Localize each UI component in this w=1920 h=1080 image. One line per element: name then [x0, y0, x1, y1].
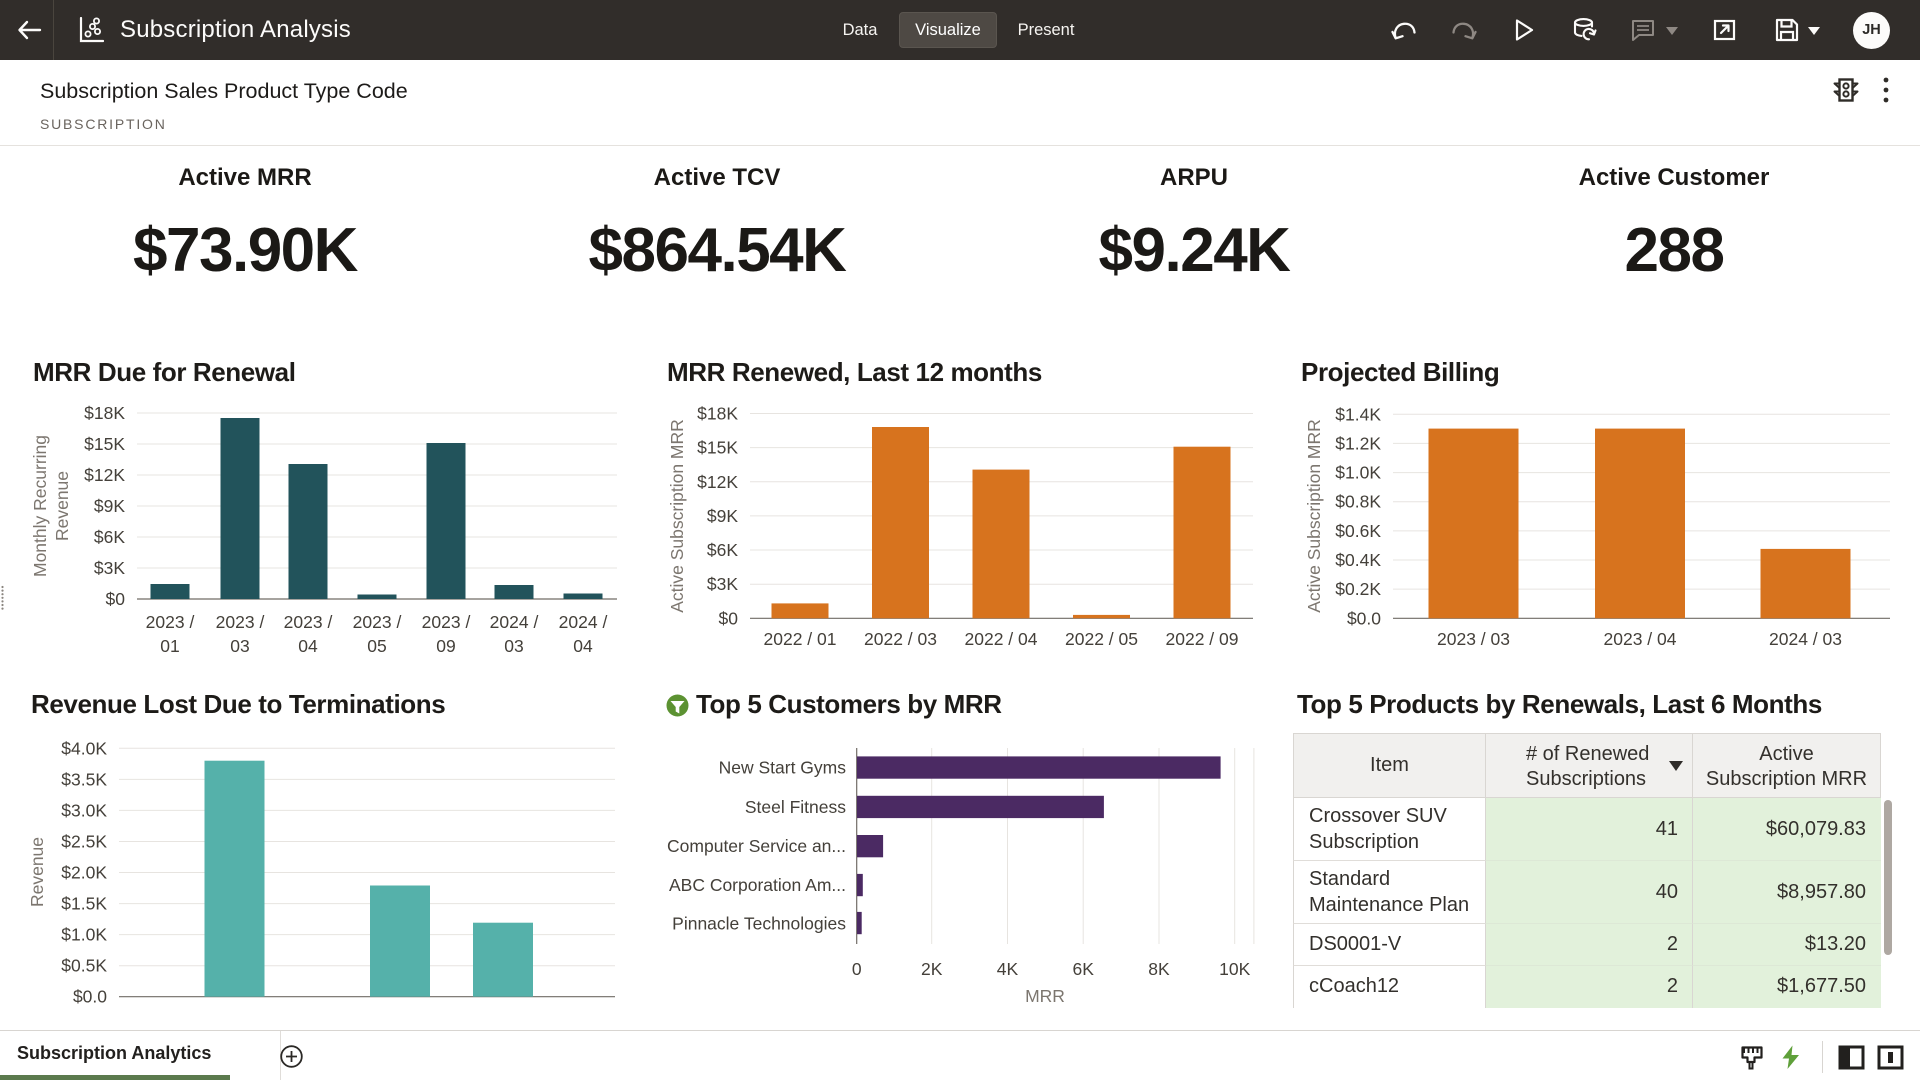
- svg-text:10K: 10K: [1219, 959, 1250, 979]
- svg-text:$12K: $12K: [84, 465, 125, 485]
- svg-text:New Start Gyms: New Start Gyms: [719, 758, 847, 778]
- svg-text:2022 / 09: 2022 / 09: [1166, 629, 1239, 649]
- svg-text:$18K: $18K: [697, 404, 738, 424]
- svg-text:$1.0K: $1.0K: [1335, 463, 1381, 483]
- svg-text:2024 / 03: 2024 / 03: [1769, 629, 1842, 649]
- svg-text:$3K: $3K: [707, 574, 738, 594]
- svg-text:2023 /: 2023 /: [353, 612, 402, 632]
- svg-text:$0.4K: $0.4K: [1335, 550, 1381, 570]
- svg-text:$0.8K: $0.8K: [1335, 492, 1381, 512]
- svg-text:05: 05: [367, 636, 386, 656]
- svg-text:$0: $0: [719, 608, 739, 628]
- svg-text:2K: 2K: [921, 959, 943, 979]
- svg-text:Active Subscription MRR: Active Subscription MRR: [1304, 419, 1324, 613]
- svg-text:2023 / 04: 2023 / 04: [1604, 629, 1677, 649]
- svg-text:Monthly Recurring: Monthly Recurring: [30, 435, 50, 577]
- svg-text:$1.4K: $1.4K: [1335, 404, 1381, 424]
- svg-text:$3.5K: $3.5K: [61, 769, 107, 789]
- svg-text:$1.5K: $1.5K: [61, 894, 107, 914]
- svg-text:Active Subscription MRR: Active Subscription MRR: [667, 419, 687, 613]
- svg-text:$1.0K: $1.0K: [61, 925, 107, 945]
- svg-text:09: 09: [436, 636, 455, 656]
- svg-text:$0.2K: $0.2K: [1335, 579, 1381, 599]
- svg-text:2022 / 01: 2022 / 01: [764, 629, 837, 649]
- svg-text:$0: $0: [106, 589, 126, 609]
- svg-text:$15K: $15K: [697, 438, 738, 458]
- svg-text:2022 / 04: 2022 / 04: [965, 629, 1038, 649]
- svg-text:2024 /: 2024 /: [490, 612, 539, 632]
- svg-text:$6K: $6K: [707, 540, 738, 560]
- svg-text:8K: 8K: [1148, 959, 1170, 979]
- svg-text:2023 /: 2023 /: [422, 612, 471, 632]
- svg-text:2024 /: 2024 /: [559, 612, 608, 632]
- svg-text:$15K: $15K: [84, 434, 125, 454]
- svg-text:6K: 6K: [1072, 959, 1094, 979]
- svg-text:2023 /: 2023 /: [216, 612, 265, 632]
- svg-text:Revenue: Revenue: [52, 471, 72, 541]
- svg-text:ABC Corporation Am...: ABC Corporation Am...: [669, 875, 846, 895]
- svg-text:$6K: $6K: [94, 527, 125, 547]
- svg-text:$9K: $9K: [94, 496, 125, 516]
- svg-text:$0.0: $0.0: [73, 987, 107, 1007]
- svg-text:$18K: $18K: [84, 403, 125, 423]
- svg-text:2022 / 03: 2022 / 03: [864, 629, 937, 649]
- svg-text:04: 04: [573, 636, 593, 656]
- svg-text:03: 03: [504, 636, 523, 656]
- svg-text:$2.5K: $2.5K: [61, 832, 107, 852]
- svg-text:$9K: $9K: [707, 506, 738, 526]
- svg-text:04: 04: [298, 636, 318, 656]
- svg-text:$0.5K: $0.5K: [61, 956, 107, 976]
- svg-text:Computer Service an...: Computer Service an...: [667, 836, 846, 856]
- svg-text:Revenue: Revenue: [27, 837, 47, 907]
- svg-text:4K: 4K: [997, 959, 1019, 979]
- svg-text:Pinnacle Technologies: Pinnacle Technologies: [672, 914, 846, 934]
- svg-text:$1.2K: $1.2K: [1335, 433, 1381, 453]
- svg-text:$0.0: $0.0: [1347, 608, 1381, 628]
- svg-text:MRR: MRR: [1025, 986, 1065, 1006]
- svg-text:$4.0K: $4.0K: [61, 738, 107, 758]
- svg-text:0: 0: [852, 959, 862, 979]
- svg-text:$3.0K: $3.0K: [61, 800, 107, 820]
- svg-text:2023 /: 2023 /: [146, 612, 195, 632]
- svg-text:2023 / 03: 2023 / 03: [1437, 629, 1510, 649]
- svg-text:$3K: $3K: [94, 558, 125, 578]
- svg-text:Steel Fitness: Steel Fitness: [745, 797, 846, 817]
- svg-text:2022 / 05: 2022 / 05: [1065, 629, 1138, 649]
- svg-text:03: 03: [230, 636, 249, 656]
- svg-text:$12K: $12K: [697, 472, 738, 492]
- svg-text:01: 01: [160, 636, 179, 656]
- svg-text:$2.0K: $2.0K: [61, 863, 107, 883]
- svg-text:2023 /: 2023 /: [284, 612, 333, 632]
- svg-text:$0.6K: $0.6K: [1335, 521, 1381, 541]
